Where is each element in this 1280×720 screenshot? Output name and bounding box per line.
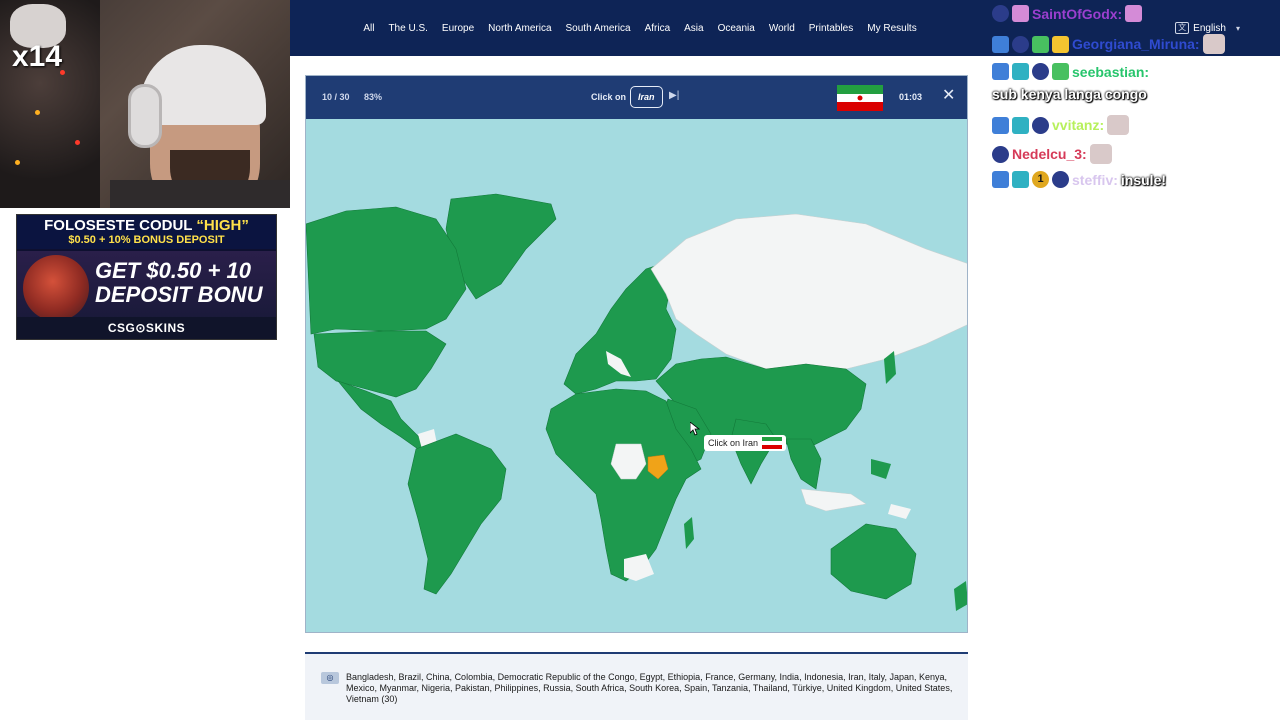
chat-username[interactable]: steffiv: [1072, 172, 1118, 188]
cat-emote-icon [1202, 34, 1225, 54]
cat-emote-icon [1089, 144, 1112, 164]
ad-line2: $0.50 + 10% BONUS DEPOSIT [68, 234, 225, 246]
chat-username[interactable]: vvitanz: [1052, 117, 1104, 133]
nav-link-oceania[interactable]: Oceania [718, 23, 755, 34]
stream-chat: SaintOfGodx: Georgiana_Miruna: seebastia… [990, 0, 1280, 720]
skip-icon[interactable]: ▶| [669, 90, 679, 101]
streamer-shirt [110, 180, 290, 208]
crown-badge-icon [1012, 35, 1029, 53]
chat-username[interactable]: seebastian: [1072, 64, 1149, 80]
country-list: Bangladesh, Brazil, China, Colombia, Dem… [346, 672, 953, 704]
target-country-label: Iran [630, 86, 663, 108]
sub-badge-icon [992, 116, 1009, 134]
nav-link-printables[interactable]: Printables [809, 23, 853, 34]
bits-badge-icon [1052, 35, 1069, 53]
sub-badge-icon [992, 35, 1009, 53]
ad-big-line2: DEPOSIT BONU [95, 282, 263, 307]
tier-badge-icon [1012, 116, 1029, 134]
chat-username[interactable]: SaintOfGodx: [1032, 6, 1122, 22]
world-map[interactable] [306, 119, 968, 633]
nav-link-all[interactable]: All [363, 23, 374, 34]
ad-promo-code: “HIGH” [196, 217, 249, 234]
quiz-card: 10 / 30 83% Click on Iran ▶| 01:03 ✕ Cli… [305, 75, 968, 633]
chat-message-text: sub kenya langa congo [992, 86, 1147, 102]
close-icon[interactable]: ✕ [942, 87, 955, 105]
crown-badge-icon [1052, 171, 1069, 188]
nav-link-north-america[interactable]: North America [488, 23, 551, 34]
globe-icon: ◎ [321, 672, 339, 684]
nav-link-africa[interactable]: Africa [645, 23, 671, 34]
prompt-prefix: Click on [591, 92, 627, 102]
webcam-feed: x14 [0, 0, 290, 208]
chat-message: vvitanz: [992, 115, 1130, 135]
ad-header: FOLOSESTE CODUL “HIGH” $0.50 + 10% BONUS… [17, 215, 276, 249]
sub-badge-icon [992, 63, 1009, 80]
cat-emote-icon [1107, 115, 1130, 135]
ad-character-image [23, 255, 89, 321]
sparkle-emote-icon [1125, 5, 1143, 22]
tooltip-text: Click on Iran [708, 438, 759, 448]
stream-screen: x14 FOLOSESTE CODUL “HIGH” $0.50 + 10% B… [0, 0, 1280, 720]
chat-username[interactable]: Georgiana_Miruna: [1072, 36, 1200, 52]
sub-badge-icon [992, 171, 1009, 188]
site-nav: All The U.S. Europe North America South … [290, 0, 990, 56]
score-percent: 83% [364, 92, 383, 102]
ad-body: GET $0.50 + 10 DEPOSIT BONU [17, 251, 276, 321]
chat-username[interactable]: Nedelcu_3: [1012, 146, 1087, 162]
chat-message-text: insule! [1120, 171, 1167, 188]
nav-link-world[interactable]: World [769, 23, 795, 34]
gift-badge-icon [1032, 35, 1049, 53]
webcam-overlay-text: x14 [12, 40, 63, 73]
timer: 01:03 [899, 92, 923, 102]
ad-line1-prefix: FOLOSESTE CODUL [44, 217, 193, 234]
country-list-panel: ◎ Bangladesh, Brazil, China, Colombia, D… [305, 652, 968, 720]
chat-message: Georgiana_Miruna: [992, 34, 1225, 54]
ad-big-line1: GET $0.50 + 10 [95, 258, 251, 283]
ad-brand-logo: CSG⊙SKINS [17, 317, 276, 339]
iran-flag-icon [837, 85, 883, 111]
chat-message: SaintOfGodx: [992, 5, 1143, 22]
chat-message: 1 steffiv: insule! [992, 171, 1166, 188]
nav-link-south-america[interactable]: South America [566, 23, 631, 34]
crown-badge-icon [1032, 63, 1049, 80]
gift-badge-icon [1012, 5, 1029, 22]
chat-message: Nedelcu_3: [992, 144, 1112, 164]
hover-tooltip: Click on Iran [704, 435, 787, 451]
crown-badge-icon [992, 145, 1009, 163]
question-counter: 10 / 30 [322, 92, 350, 102]
mouse-cursor-icon [690, 422, 700, 436]
crown-badge-icon [1032, 116, 1049, 134]
minus-badge-icon [1052, 63, 1069, 80]
nav-link-us[interactable]: The U.S. [388, 23, 427, 34]
nav-link-asia[interactable]: Asia [684, 23, 703, 34]
crown-badge-icon [992, 5, 1009, 22]
nav-link-europe[interactable]: Europe [442, 23, 474, 34]
gold-badge-icon: 1 [1032, 171, 1049, 188]
sponsor-ad-banner[interactable]: FOLOSESTE CODUL “HIGH” $0.50 + 10% BONUS… [16, 214, 277, 340]
nav-link-my-results[interactable]: My Results [867, 23, 916, 34]
tier-badge-icon [1012, 171, 1029, 188]
iran-flag-icon [762, 437, 783, 449]
tier-badge-icon [1012, 63, 1029, 80]
quiz-header: 10 / 30 83% Click on Iran ▶| 01:03 ✕ [306, 76, 967, 119]
chat-message: seebastian: [992, 63, 1149, 80]
headset-icon [128, 84, 162, 148]
